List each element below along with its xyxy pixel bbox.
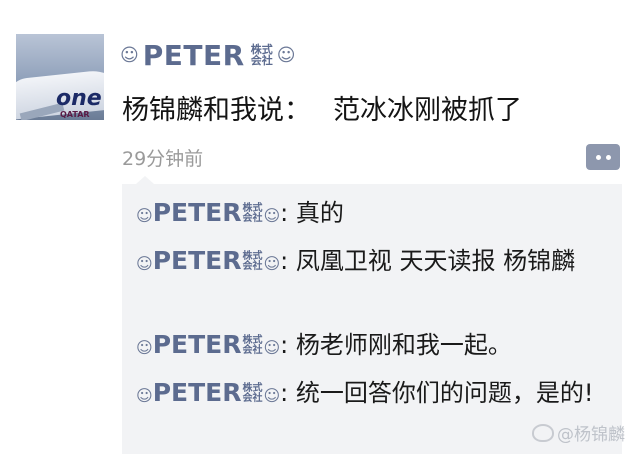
comment-text: : 杨老师刚和我一起。	[280, 331, 512, 359]
smile-icon: ☺	[136, 254, 153, 273]
comment-item[interactable]: ☺PETER 株式 会社 ☺: 真的	[136, 196, 606, 233]
smile-icon: ☺	[136, 338, 153, 357]
smile-icon: ☺	[263, 254, 281, 273]
post-text-part1: 杨锦麟和我说：	[122, 95, 311, 126]
smile-icon: ☺	[136, 206, 153, 225]
weibo-watermark: @杨锦麟	[532, 420, 625, 445]
kaisha-badge: 株式 会社	[242, 336, 262, 356]
comment-text: : 凤凰卫视 天天读报 杨锦麟	[280, 247, 576, 275]
comment-item[interactable]: ☺PETER 株式 会社 ☺: 杨老师刚和我一起。	[136, 328, 606, 365]
kaisha-bottom: 会社	[242, 393, 263, 404]
kaisha-bottom: 会社	[242, 345, 263, 356]
comment-item[interactable]: ☺PETER 株式 会社 ☺: 凤凰卫视 天天读报 杨锦麟	[136, 244, 606, 281]
comment-text: : 真的	[280, 199, 344, 227]
avatar-logo-text: one	[56, 86, 102, 111]
post-text-part2: 范冰冰刚被抓了	[333, 95, 522, 126]
smile-icon: ☺	[136, 386, 153, 405]
post-time: 29分钟前	[122, 148, 204, 170]
dot	[605, 154, 611, 160]
comment-item[interactable]: ☺PETER 株式 会社 ☺: 统一回答你们的问题，是的!	[136, 376, 606, 413]
watermark-text: @杨锦麟	[557, 425, 625, 445]
comment-text: : 统一回答你们的问题，是的!	[280, 379, 594, 407]
kaisha-badge: 株式 会社	[242, 384, 262, 404]
comments-panel: ☺PETER 株式 会社 ☺: 真的 ☺PETER 株式 会社 ☺: 凤凰卫视 天天读报 杨…	[122, 184, 622, 454]
comments-notch	[136, 176, 154, 184]
kaisha-badge: 株式 会社	[251, 44, 273, 66]
comment-author-name: PETER	[152, 378, 242, 407]
comment-author[interactable]: ☺PETER 株式 会社 ☺	[136, 198, 280, 227]
comment-author-name: PETER	[152, 246, 242, 275]
smile-icon: ☺	[263, 206, 281, 225]
smile-icon: ☺	[120, 44, 139, 66]
kaisha-bottom: 会社	[242, 261, 263, 272]
kaisha-badge: 株式 会社	[242, 204, 262, 224]
weibo-logo-icon	[532, 423, 554, 442]
post-text: 杨锦麟和我说： 范冰冰刚被抓了	[122, 88, 522, 127]
comment-author-name: PETER	[152, 330, 242, 359]
comment-author[interactable]: ☺PETER 株式 会社 ☺	[136, 330, 280, 359]
kaisha-bottom: 会社	[250, 54, 273, 67]
avatar-logo-sub: QATAR	[60, 110, 90, 119]
author-name: PETER	[142, 38, 245, 72]
kaisha-badge: 株式 会社	[242, 252, 262, 272]
avatar[interactable]: one QATAR	[16, 34, 104, 120]
post-author[interactable]: ☺ PETER 株式 会社 ☺	[120, 38, 295, 72]
comment-author-name: PETER	[152, 198, 242, 227]
smile-icon: ☺	[263, 338, 281, 357]
comment-author[interactable]: ☺PETER 株式 会社 ☺	[136, 378, 280, 407]
dot	[595, 154, 601, 160]
smile-icon: ☺	[276, 44, 296, 66]
comment-author[interactable]: ☺PETER 株式 会社 ☺	[136, 246, 280, 275]
smile-icon: ☺	[263, 386, 281, 405]
kaisha-bottom: 会社	[242, 213, 263, 224]
more-dots-icon[interactable]	[586, 144, 620, 170]
